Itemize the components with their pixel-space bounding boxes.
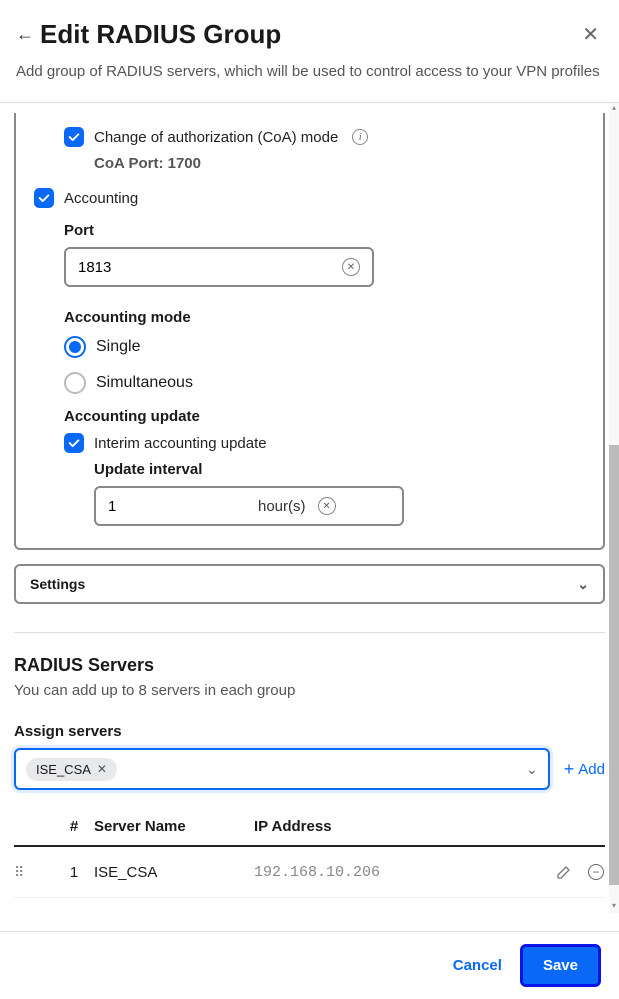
radio-button-icon bbox=[64, 372, 86, 394]
interim-update-label: Interim accounting update bbox=[94, 435, 267, 452]
info-icon[interactable]: i bbox=[352, 129, 368, 145]
radio-single-label: Single bbox=[96, 338, 140, 356]
table-row: ⠿ 1 ISE_CSA 192.168.10.206 − bbox=[14, 847, 605, 898]
dialog-header: ← Edit RADIUS Group ✕ Add group of RADIU… bbox=[0, 0, 619, 90]
radio-simultaneous[interactable]: Simultaneous bbox=[64, 372, 585, 394]
scrollbar-thumb[interactable] bbox=[609, 445, 619, 885]
chevron-down-icon: ⌄ bbox=[526, 761, 538, 778]
check-icon bbox=[67, 436, 81, 450]
update-interval-input-wrapper: hour(s) ✕ bbox=[94, 486, 404, 526]
servers-table: # Server Name IP Address ⠿ 1 ISE_CSA 192… bbox=[14, 818, 605, 898]
dialog-footer: Cancel Save bbox=[0, 931, 619, 999]
server-chip: ISE_CSA ✕ bbox=[26, 758, 117, 781]
add-server-button[interactable]: + Add bbox=[564, 759, 605, 780]
scroll-up-arrow-icon[interactable]: ▴ bbox=[609, 103, 619, 115]
check-icon bbox=[67, 130, 81, 144]
coa-mode-label: Change of authorization (CoA) mode bbox=[94, 129, 338, 146]
edit-icon[interactable] bbox=[555, 863, 573, 881]
column-header-num: # bbox=[54, 818, 94, 835]
close-icon[interactable]: ✕ bbox=[578, 18, 603, 51]
divider bbox=[14, 632, 605, 633]
save-button[interactable]: Save bbox=[520, 944, 601, 987]
config-panel: Change of authorization (CoA) mode i CoA… bbox=[14, 113, 605, 550]
radio-button-icon bbox=[64, 336, 86, 358]
radio-single[interactable]: Single bbox=[64, 336, 585, 358]
accounting-update-label: Accounting update bbox=[64, 408, 585, 425]
scrollbar[interactable]: ▴ ▾ bbox=[609, 103, 619, 913]
chevron-down-icon: ⌄ bbox=[577, 576, 589, 593]
clear-input-icon[interactable]: ✕ bbox=[318, 497, 336, 515]
accounting-label: Accounting bbox=[64, 190, 138, 207]
back-arrow-icon[interactable]: ← bbox=[16, 24, 34, 45]
row-server-name: ISE_CSA bbox=[94, 864, 254, 881]
update-interval-unit: hour(s) bbox=[258, 498, 306, 515]
scroll-down-arrow-icon[interactable]: ▾ bbox=[609, 901, 619, 913]
scroll-area: ▴ ▾ Change of authorization (CoA) mode i… bbox=[0, 103, 619, 913]
update-interval-input[interactable] bbox=[108, 498, 258, 515]
column-header-ip: IP Address bbox=[254, 818, 525, 835]
add-server-label: Add bbox=[578, 761, 605, 778]
assign-servers-dropdown[interactable]: ISE_CSA ✕ ⌄ bbox=[14, 748, 550, 790]
radius-servers-desc: You can add up to 8 servers in each grou… bbox=[14, 682, 605, 699]
coa-mode-checkbox[interactable] bbox=[64, 127, 84, 147]
port-input-wrapper: ✕ bbox=[64, 247, 374, 287]
row-num: 1 bbox=[54, 864, 94, 881]
coa-port-text: CoA Port: 1700 bbox=[94, 155, 585, 172]
remove-icon[interactable]: − bbox=[587, 863, 605, 881]
page-title: Edit RADIUS Group bbox=[40, 19, 281, 50]
clear-input-icon[interactable]: ✕ bbox=[342, 258, 360, 276]
port-input[interactable] bbox=[78, 259, 342, 276]
page-subtitle: Add group of RADIUS servers, which will … bbox=[16, 61, 603, 82]
drag-handle-icon[interactable]: ⠿ bbox=[14, 864, 25, 880]
column-header-name: Server Name bbox=[94, 818, 254, 835]
radius-servers-title: RADIUS Servers bbox=[14, 655, 605, 676]
server-chip-label: ISE_CSA bbox=[36, 762, 91, 777]
port-label: Port bbox=[64, 222, 585, 239]
assign-servers-label: Assign servers bbox=[14, 723, 605, 740]
cancel-button[interactable]: Cancel bbox=[447, 949, 508, 982]
row-ip-address: 192.168.10.206 bbox=[254, 864, 525, 881]
accounting-mode-label: Accounting mode bbox=[64, 309, 585, 326]
radio-simultaneous-label: Simultaneous bbox=[96, 374, 193, 392]
plus-icon: + bbox=[564, 759, 575, 780]
settings-dropdown-label: Settings bbox=[30, 576, 85, 592]
interim-update-checkbox[interactable] bbox=[64, 433, 84, 453]
remove-chip-icon[interactable]: ✕ bbox=[97, 762, 107, 776]
settings-dropdown[interactable]: Settings ⌄ bbox=[14, 564, 605, 604]
update-interval-label: Update interval bbox=[94, 461, 585, 478]
check-icon bbox=[37, 191, 51, 205]
accounting-checkbox[interactable] bbox=[34, 188, 54, 208]
